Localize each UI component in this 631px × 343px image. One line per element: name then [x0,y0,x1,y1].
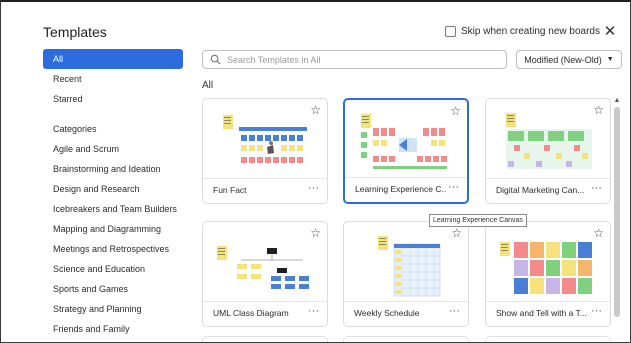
sidebar-item-design[interactable]: Design and Research [43,179,183,199]
card-footer: Learning Experience C... ··· [345,177,467,202]
template-card-digital-marketing[interactable]: ☆ Digital Marketing Can... ··· [485,98,611,204]
sidebar-item-meetings[interactable]: Meetings and Retrospectives [43,239,183,259]
card-footer: Weekly Schedule ··· [344,301,468,326]
sort-label: Modified (New-Old) [524,54,602,65]
sidebar-item-starred[interactable]: Starred [43,89,183,109]
sidebar-item-mapping[interactable]: Mapping and Diagramming [43,219,183,239]
search-input[interactable]: Search Templates in All [202,50,507,69]
template-card-uml-class-diagram[interactable]: ☆ UML Class Diagram ··· [202,221,328,327]
card-footer: UML Class Diagram ··· [203,301,327,326]
template-name: Learning Experience C... [355,184,447,194]
card-footer: Fun Fact ··· [203,178,327,203]
sidebar-item-science[interactable]: Science and Education [43,259,183,279]
search-icon [210,54,221,65]
more-options-icon[interactable]: ··· [591,182,602,194]
scrollbar-thumb[interactable] [614,107,620,317]
sidebar: All Recent Starred Categories Agile and … [43,49,183,339]
chevron-down-icon: ▼ [606,56,614,63]
sidebar-item-icebreakers[interactable]: Icebreakers and Team Builders [43,199,183,219]
template-name: UML Class Diagram [213,308,289,318]
close-icon[interactable]: ✕ [603,22,617,40]
card-footer: Show and Tell with a T... ··· [486,301,610,326]
sort-dropdown[interactable]: Modified (New-Old) ▼ [516,50,622,69]
template-card-fun-fact[interactable]: ☆ Fun Fact ··· [202,98,328,204]
skip-option[interactable]: Skip when creating new boards [445,26,600,37]
template-thumbnail [378,236,441,297]
sidebar-item-all[interactable]: All [43,49,183,69]
more-options-icon[interactable]: ··· [308,305,319,317]
template-thumbnail [500,242,592,294]
star-icon[interactable]: ☆ [310,227,321,239]
more-options-icon[interactable]: ··· [308,182,319,194]
scroll-up-icon[interactable]: ▲ [612,97,622,105]
section-heading: All [202,80,214,91]
template-name: Fun Fact [213,185,247,195]
star-icon[interactable]: ☆ [593,104,604,116]
sidebar-item-sports[interactable]: Sports and Games [43,279,183,299]
more-options-icon[interactable]: ··· [449,305,460,317]
sidebar-heading-categories: Categories [53,124,97,134]
card-footer: Digital Marketing Can... ··· [486,178,610,203]
template-name: Weekly Schedule [354,308,420,318]
template-card-learning-experience[interactable]: ☆ Learning Experience C... ··· [343,98,469,204]
template-thumbnail [506,113,592,169]
template-thumbnail [361,114,447,169]
template-thumbnail [223,115,307,163]
template-name: Digital Marketing Can... [496,185,585,195]
dialog-title: Templates [43,24,107,40]
sidebar-item-brainstorming[interactable]: Brainstorming and Ideation [43,159,183,179]
sidebar-item-strategy[interactable]: Strategy and Planning [43,299,183,319]
template-card-show-and-tell[interactable]: ☆ Show and Tell with a T... ··· [485,221,611,327]
templates-dialog: Templates Skip when creating new boards … [0,0,631,343]
star-icon[interactable]: ☆ [451,227,462,239]
sidebar-item-agile[interactable]: Agile and Scrum [43,139,183,159]
scrollbar[interactable]: ▲ [612,97,622,342]
tooltip: Learning Experience Canvas [429,214,527,227]
more-options-icon[interactable]: ··· [591,305,602,317]
star-icon[interactable]: ☆ [593,227,604,239]
sidebar-item-recent[interactable]: Recent [43,69,183,89]
more-options-icon[interactable]: ··· [448,181,459,193]
template-name: Show and Tell with a T... [496,308,587,318]
sidebar-item-friends[interactable]: Friends and Family [43,319,183,339]
star-icon[interactable]: ☆ [310,104,321,116]
template-thumbnail [217,246,309,289]
skip-checkbox[interactable] [445,26,456,37]
template-card-weekly-schedule[interactable]: ☆ Weekly Schedule ··· [343,221,469,327]
skip-label: Skip when creating new boards [461,26,600,37]
search-placeholder: Search Templates in All [227,54,321,65]
star-icon[interactable]: ☆ [450,105,461,117]
